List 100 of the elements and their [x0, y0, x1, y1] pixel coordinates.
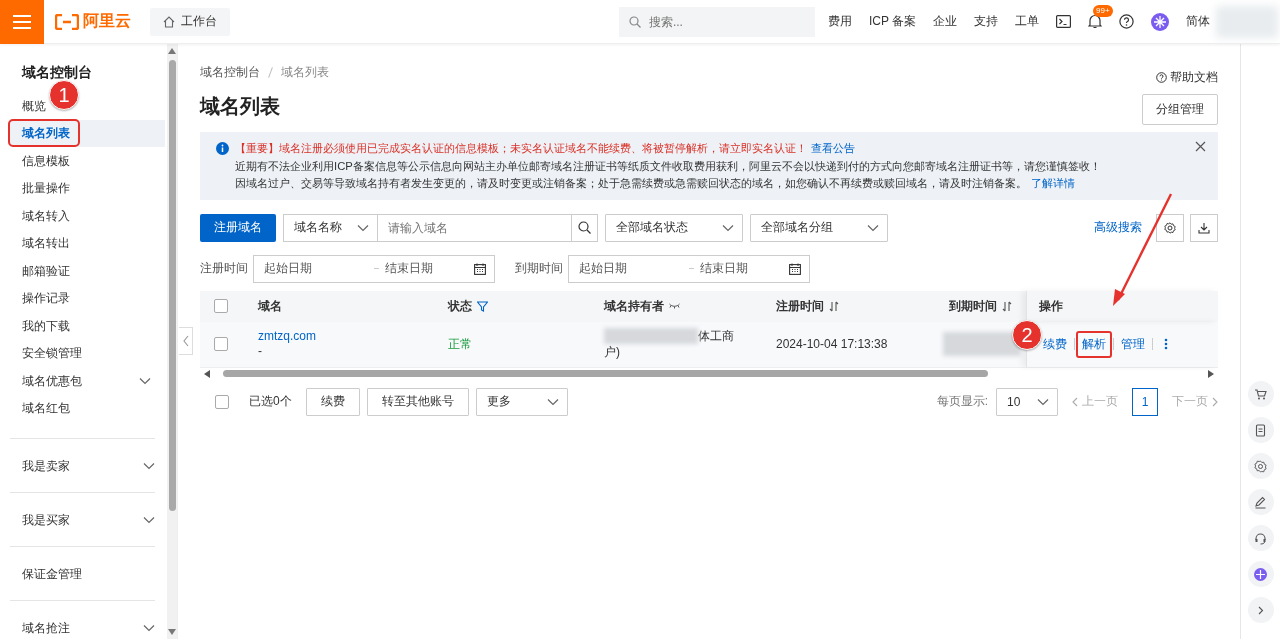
bell-icon[interactable]: [1088, 14, 1102, 29]
workbench-button[interactable]: 工作台: [150, 7, 230, 36]
end-date-placeholder: 结束日期: [700, 260, 749, 277]
end-date-placeholder: 结束日期: [385, 260, 434, 277]
settings-icon: [1164, 221, 1176, 234]
action-link[interactable]: 续费: [1039, 332, 1071, 356]
search-icon: [628, 15, 641, 28]
nav-link[interactable]: 工单: [1015, 13, 1039, 30]
status-select[interactable]: 全部域名状态: [605, 213, 743, 242]
nav-link[interactable]: 费用: [827, 13, 852, 30]
date-range-field[interactable]: 起始日期 结束日期: [568, 254, 810, 283]
download-button[interactable]: [1190, 213, 1218, 242]
search-type-select[interactable]: 域名名称: [283, 213, 378, 242]
date-range-field[interactable]: 起始日期 结束日期: [253, 254, 495, 283]
sidebar-item[interactable]: 域名抢注: [10, 615, 70, 639]
nav-link[interactable]: 企业: [933, 13, 957, 30]
sort-icon[interactable]: [829, 300, 839, 312]
nav-link[interactable]: ICP 备案: [868, 13, 916, 30]
notice-link[interactable]: 查看公告: [811, 142, 855, 154]
sidebar-item[interactable]: 信息模板: [10, 148, 70, 173]
group-manage-button[interactable]: 分组管理: [1142, 94, 1218, 125]
action-link[interactable]: 解析: [1078, 332, 1110, 356]
language-link[interactable]: 简体: [1186, 13, 1210, 30]
settings-button[interactable]: [1156, 213, 1184, 242]
sidebar-item[interactable]: 域名列表: [10, 119, 166, 147]
chevron-down-icon: [357, 223, 369, 232]
advanced-search-link[interactable]: 高级搜索: [1094, 219, 1142, 236]
breadcrumb-link[interactable]: 域名控制台: [200, 64, 260, 80]
column-header: 状态: [448, 297, 472, 315]
checkbox[interactable]: [214, 337, 228, 351]
sidebar-item[interactable]: 邮箱验证: [10, 258, 70, 283]
page-button[interactable]: 1: [1132, 387, 1158, 416]
date-label: 注册时间: [200, 260, 249, 277]
close-button[interactable]: [1195, 141, 1206, 152]
sidebar-item[interactable]: 域名优惠包: [10, 368, 82, 393]
column-header: 域名: [258, 297, 282, 315]
page-size-label: 每页显示:: [936, 393, 988, 410]
column-header: 操作: [1039, 297, 1063, 315]
notice-link[interactable]: 了解详情: [1031, 177, 1075, 189]
sidebar-item[interactable]: 域名转入: [10, 203, 70, 228]
sidebar-item[interactable]: 保证金管理: [10, 561, 82, 586]
notice-text: 【重要】域名注册必须使用已完成实名认证的信息模板；未实名认证域名不能续费、将被暂停解析，请立即实名认证！: [235, 142, 807, 154]
checkbox[interactable]: [215, 394, 229, 409]
bracket-logo-icon: [55, 13, 79, 30]
search-field[interactable]: 搜索...: [618, 6, 815, 37]
group-select[interactable]: 全部域名分组: [750, 213, 888, 242]
filter-icon[interactable]: [477, 300, 488, 312]
download-icon: [1198, 221, 1210, 234]
sidebar-item[interactable]: 我的下载: [10, 313, 70, 338]
search-icon: [578, 221, 591, 234]
chevron-right-icon: [1212, 396, 1218, 407]
notice-text: 近期有不法企业利用ICP备案信息等公示信息向网站主办单位邮寄域名注册证书等纸质文件收取费用获利，阿里云不会以快递到付的方式向您邮寄域名注册证书等，请您谨慎签收！: [235, 159, 1101, 172]
sidebar-title: 域名控制台: [20, 63, 93, 82]
brand-name: 阿里云: [83, 11, 131, 31]
nav-link[interactable]: 支持: [974, 13, 998, 30]
help-link[interactable]: 帮助文档: [1156, 69, 1218, 86]
settings-icon[interactable]: [1254, 459, 1267, 473]
document-icon[interactable]: [1254, 423, 1267, 437]
help-icon[interactable]: [1119, 14, 1134, 29]
chevron-down-icon: [722, 223, 734, 232]
checkbox[interactable]: [214, 299, 228, 313]
more-select[interactable]: 更多: [475, 387, 568, 416]
sidebar-item[interactable]: 域名红包: [10, 396, 70, 421]
action-link[interactable]: 管理: [1117, 332, 1149, 356]
status-text: 正常: [447, 335, 473, 353]
collapse-handle[interactable]: [179, 327, 193, 355]
terminal-icon[interactable]: [1056, 15, 1071, 28]
sidebar-item[interactable]: 域名转出: [10, 231, 70, 256]
sidebar-item[interactable]: 批量操作: [10, 176, 70, 201]
more-icon[interactable]: [1164, 338, 1168, 350]
page-size-select[interactable]: 10: [996, 387, 1058, 416]
sidebar-item[interactable]: 操作记录: [10, 286, 70, 311]
footer-button[interactable]: 续费: [305, 387, 360, 416]
column-header: 到期时间: [949, 297, 997, 315]
search-button[interactable]: [571, 213, 598, 242]
menu-button[interactable]: [0, 0, 44, 44]
cart-icon[interactable]: [1254, 387, 1267, 401]
pencil-icon[interactable]: [1254, 495, 1267, 509]
scrollbar[interactable]: [167, 44, 177, 639]
register-domain-button[interactable]: 注册域名: [200, 213, 276, 242]
up-triangle-icon: [168, 48, 177, 54]
column-header: 注册时间: [776, 297, 824, 315]
date-text: 2024-10-04 17:13:38: [775, 337, 889, 351]
sidebar-item[interactable]: 我是买家: [10, 507, 70, 532]
left-triangle-icon: [204, 369, 210, 378]
sidebar-item[interactable]: 概览: [10, 93, 46, 118]
headset-icon[interactable]: [1254, 531, 1267, 545]
eye-closed-icon[interactable]: [669, 303, 680, 309]
sidebar-item[interactable]: 我是卖家: [10, 453, 70, 478]
sidebar-item[interactable]: 安全锁管理: [10, 341, 82, 366]
breadcrumb-link[interactable]: 域名列表: [281, 64, 329, 80]
sort-icon[interactable]: [1002, 300, 1012, 312]
footer-button[interactable]: 转至其他账号: [366, 387, 469, 416]
domain-input[interactable]: 请输入域名: [378, 213, 571, 242]
notice-text: 因域名过户、交易等导致域名持有者发生变更的，请及时变更或注销备案；处于急需续费或急需赎回状态的域名，如您确认不再续费或赎回域名，请及时注销备案。: [235, 177, 1027, 189]
close-icon: [1195, 141, 1206, 152]
right-triangle-icon: [1208, 369, 1214, 378]
domain-link[interactable]: zmtzq.com: [258, 329, 432, 344]
holder-text: 户): [604, 344, 621, 360]
menu-icon: [13, 14, 31, 29]
